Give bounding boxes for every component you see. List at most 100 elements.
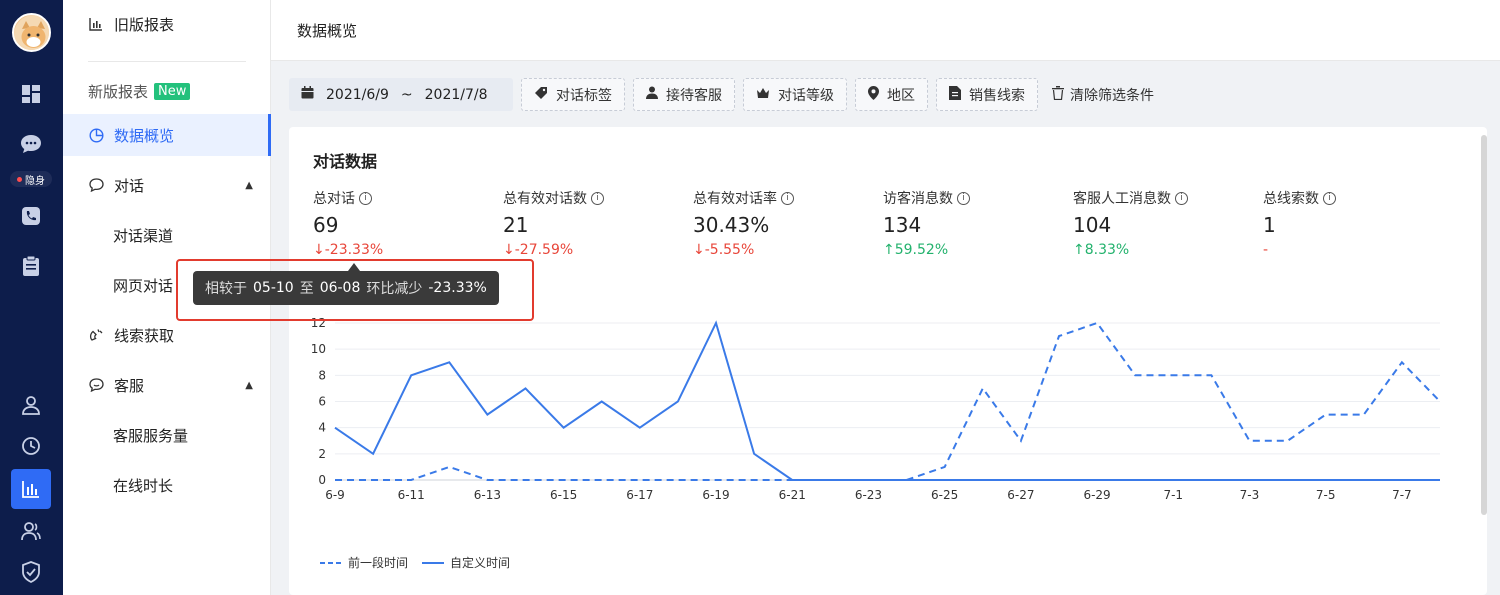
- metric-label: 访客消息数: [883, 191, 953, 207]
- metric-valid-rate: 总有效对话率 i 30.43% ↓-5.55%: [693, 188, 883, 258]
- sidebar-item-label: 网页对话: [113, 276, 174, 295]
- sidebar-item-service-volume[interactable]: 客服服务量: [63, 414, 271, 456]
- metric-label: 总有效对话率: [693, 191, 777, 207]
- sidebar-item-conversation[interactable]: 对话 ▲: [63, 164, 271, 206]
- info-icon[interactable]: i: [781, 191, 794, 205]
- sidebar-divider: [88, 61, 246, 62]
- metric-valid-conversations: 总有效对话数 i 21 ↓-27.59%: [503, 188, 693, 258]
- date-start[interactable]: 2021/6/9: [326, 87, 389, 103]
- comparison-tooltip: 相较于 05-10 至 06-08 环比减少 -23.33%: [193, 271, 499, 305]
- scrollbar[interactable]: [1481, 135, 1487, 515]
- filter-region[interactable]: 地区: [855, 78, 928, 111]
- sidebar-item-customer-service[interactable]: 客服 ▲: [63, 364, 271, 406]
- legend-label: 前一段时间: [348, 556, 409, 570]
- metric-change[interactable]: 59.52%: [895, 242, 948, 258]
- filter-agent[interactable]: 接待客服: [633, 78, 735, 111]
- legend-label: 自定义时间: [450, 556, 511, 570]
- new-badge: New: [154, 82, 191, 100]
- location-pin-icon: [868, 85, 879, 104]
- shield-icon[interactable]: [16, 557, 46, 587]
- filter-sales-lead[interactable]: 销售线索: [936, 78, 1038, 111]
- sidebar-item-data-overview[interactable]: 数据概览: [63, 114, 271, 156]
- tooltip-value: -23.33%: [428, 280, 487, 296]
- conversation-data-card: 对话数据 总对话 i 69 ↓-23.33% 总有效对话数 i 21 ↓-27.59…: [289, 127, 1487, 595]
- info-icon[interactable]: i: [1175, 191, 1188, 205]
- sidebar-item-online-duration[interactable]: 在线时长: [63, 464, 271, 506]
- metric-change[interactable]: -5.55%: [705, 242, 755, 258]
- metric-value: 69: [313, 213, 339, 237]
- filter-label: 对话标签: [556, 87, 612, 104]
- filter-conversation-tag[interactable]: 对话标签: [521, 78, 625, 111]
- clock-icon[interactable]: [16, 431, 46, 461]
- chevron-up-icon[interactable]: ▲: [245, 180, 253, 191]
- metric-value: 134: [883, 213, 922, 237]
- metric-label: 总有效对话数: [503, 191, 587, 207]
- info-icon[interactable]: i: [1323, 191, 1336, 205]
- sidebar-item-label: 客服服务量: [113, 426, 189, 445]
- metric-visitor-messages: 访客消息数 i 134 ↑59.52%: [883, 188, 1073, 258]
- legend-item-custom[interactable]: 自定义时间: [422, 554, 510, 571]
- status-label: 隐身: [25, 175, 45, 187]
- crown-icon: [756, 87, 770, 103]
- info-icon[interactable]: i: [957, 191, 970, 205]
- sidebar-item-label: 在线时长: [113, 476, 174, 495]
- sidebar-item-label: 数据概览: [114, 126, 175, 145]
- arrow-up-icon: ↑: [883, 242, 895, 258]
- clear-filters-button[interactable]: 清除筛选条件: [1046, 78, 1160, 111]
- metric-value: 30.43%: [693, 213, 770, 237]
- tooltip-arrow: [348, 263, 360, 271]
- info-icon[interactable]: i: [359, 191, 372, 205]
- sidebar-item-label: 对话渠道: [113, 226, 174, 245]
- sidebar-item-label: 线索获取: [114, 326, 175, 345]
- sidebar-item-label: 旧版报表: [114, 15, 175, 34]
- chat-bubble-icon: [88, 177, 104, 193]
- filter-label: 接待客服: [666, 87, 722, 104]
- pie-chart-icon: [88, 127, 104, 143]
- user-icon[interactable]: [16, 390, 46, 420]
- filter-label: 销售线索: [969, 87, 1025, 104]
- status-badge[interactable]: 隐身: [10, 171, 52, 187]
- filter-label: 对话等级: [778, 87, 834, 104]
- filter-conversation-level[interactable]: 对话等级: [743, 78, 847, 111]
- filter-bar: 2021/6/9 ~ 2021/7/8 对话标签 接待客服 对话等级 地区 销售…: [289, 78, 1160, 111]
- chat-icon[interactable]: [16, 129, 46, 159]
- info-icon[interactable]: i: [591, 191, 604, 205]
- sidebar-item-label: 对话: [114, 176, 145, 195]
- arrow-up-icon: ↑: [1073, 242, 1085, 258]
- metric-change[interactable]: -23.33%: [325, 242, 383, 258]
- document-icon: [949, 85, 961, 104]
- date-end[interactable]: 2021/7/8: [425, 87, 488, 103]
- sidebar-item-label: 客服: [114, 376, 145, 395]
- sidebar-section-label: 新版报表: [88, 82, 149, 101]
- avatar[interactable]: [12, 13, 51, 52]
- legend-item-previous[interactable]: 前一段时间: [320, 554, 408, 571]
- metric-label: 总对话: [313, 191, 355, 207]
- chart-icon[interactable]: [11, 469, 51, 509]
- date-separator: ~: [400, 86, 413, 103]
- team-icon[interactable]: [16, 516, 46, 546]
- phone-icon[interactable]: [16, 201, 46, 231]
- metric-change: -: [1263, 242, 1269, 258]
- metric-value: 104: [1073, 213, 1112, 237]
- metric-agent-messages: 客服人工消息数 i 104 ↑8.33%: [1073, 188, 1263, 258]
- clear-filters-label: 清除筛选条件: [1070, 87, 1154, 104]
- headset-chat-icon: [88, 377, 104, 393]
- sidebar-section-new-report: 新版报表 New: [63, 70, 271, 112]
- metric-change[interactable]: 8.33%: [1085, 242, 1129, 258]
- arrow-down-icon: ↓: [693, 242, 705, 258]
- status-dot: [17, 176, 22, 182]
- metric-label: 总线索数: [1263, 191, 1319, 207]
- sidebar-item-old-report[interactable]: 旧版报表: [63, 3, 271, 45]
- bar-chart-icon: [88, 16, 104, 32]
- filter-label: 地区: [887, 87, 915, 104]
- dashboard-icon[interactable]: [16, 79, 46, 109]
- metric-change[interactable]: -27.59%: [515, 242, 573, 258]
- metric-label: 客服人工消息数: [1073, 191, 1171, 207]
- magnet-icon: [88, 327, 104, 343]
- tooltip-prefix: 相较于: [205, 281, 247, 297]
- clipboard-icon[interactable]: [16, 251, 46, 281]
- metric-total-conversations: 总对话 i 69 ↓-23.33%: [313, 188, 503, 258]
- sidebar-item-conversation-channel[interactable]: 对话渠道: [63, 214, 271, 256]
- date-range-picker[interactable]: 2021/6/9 ~ 2021/7/8: [289, 78, 513, 111]
- chevron-up-icon[interactable]: ▲: [245, 380, 253, 391]
